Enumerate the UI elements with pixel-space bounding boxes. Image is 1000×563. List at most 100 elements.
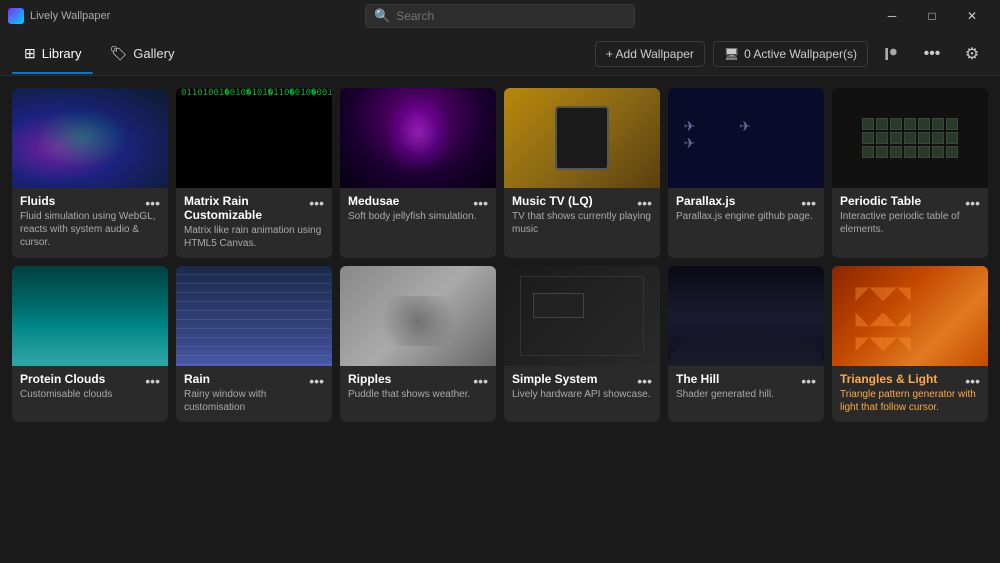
card-the-hill[interactable]: The Hill Shader generated hill. ••• <box>668 266 824 422</box>
patreon-button[interactable] <box>876 38 908 70</box>
active-wallpaper-label: 0 Active Wallpaper(s) <box>744 47 857 61</box>
card-desc-ripples: Puddle that shows weather. <box>348 388 488 401</box>
card-more-button-the-hill[interactable]: ••• <box>797 372 820 390</box>
card-info-medusae: Medusae Soft body jellyfish simulation. … <box>340 188 496 231</box>
card-more-button-music-tv[interactable]: ••• <box>633 194 656 212</box>
card-info-simple-system: Simple System Lively hardware API showca… <box>504 366 660 409</box>
gallery-icon: 🏷 <box>109 45 127 62</box>
close-button[interactable]: ✕ <box>952 0 992 32</box>
card-music-tv[interactable]: Music TV (LQ) TV that shows currently pl… <box>504 88 660 258</box>
card-more-button-simple-system[interactable]: ••• <box>633 372 656 390</box>
toolbar: ⊞ Library 🏷 Gallery + Add Wallpaper 🖥 0 … <box>0 32 1000 76</box>
card-info-ripples: Ripples Puddle that shows weather. ••• <box>340 366 496 409</box>
settings-icon: ⚙ <box>965 44 979 64</box>
card-thumbnail-music-tv <box>504 88 660 188</box>
card-more-button-medusae[interactable]: ••• <box>469 194 492 212</box>
card-triangles-light[interactable]: Triangles & Light Triangle pattern gener… <box>832 266 988 422</box>
settings-button[interactable]: ⚙ <box>956 38 988 70</box>
card-title-simple-system: Simple System <box>512 372 652 386</box>
card-more-button-fluids[interactable]: ••• <box>141 194 164 212</box>
card-title-periodic-table: Periodic Table <box>840 194 980 208</box>
card-info-music-tv: Music TV (LQ) TV that shows currently pl… <box>504 188 660 244</box>
card-thumbnail-the-hill <box>668 266 824 366</box>
card-more-button-rain[interactable]: ••• <box>305 372 328 390</box>
card-desc-triangles-light: Triangle pattern generator with light th… <box>840 388 980 414</box>
minimize-button[interactable]: ─ <box>872 0 912 32</box>
card-thumbnail-periodic-table <box>832 88 988 188</box>
more-options-button[interactable]: ••• <box>916 38 948 70</box>
card-info-periodic-table: Periodic Table Interactive periodic tabl… <box>832 188 988 244</box>
card-more-button-periodic-table[interactable]: ••• <box>961 194 984 212</box>
maximize-button[interactable]: □ <box>912 0 952 32</box>
card-desc-the-hill: Shader generated hill. <box>676 388 816 401</box>
card-more-button-protein-clouds[interactable]: ••• <box>141 372 164 390</box>
more-icon: ••• <box>924 45 941 63</box>
card-title-ripples: Ripples <box>348 372 488 386</box>
card-desc-parallax: Parallax.js engine github page. <box>676 210 816 223</box>
card-info-protein-clouds: Protein Clouds Customisable clouds ••• <box>12 366 168 409</box>
card-periodic-table[interactable]: Periodic Table Interactive periodic tabl… <box>832 88 988 258</box>
card-title-triangles-light: Triangles & Light <box>840 372 980 386</box>
titlebar-left: Lively Wallpaper <box>8 8 110 24</box>
card-desc-rain: Rainy window with customisation <box>184 388 324 414</box>
card-ripples[interactable]: Ripples Puddle that shows weather. ••• <box>340 266 496 422</box>
card-desc-periodic-table: Interactive periodic table of elements. <box>840 210 980 236</box>
tab-library-label: Library <box>42 46 82 61</box>
card-grid: Fluids Fluid simulation using WebGL, rea… <box>12 88 988 422</box>
card-title-music-tv: Music TV (LQ) <box>512 194 652 208</box>
add-wallpaper-button[interactable]: + Add Wallpaper <box>595 41 705 67</box>
card-desc-protein-clouds: Customisable clouds <box>20 388 160 401</box>
card-desc-medusae: Soft body jellyfish simulation. <box>348 210 488 223</box>
card-thumbnail-medusae <box>340 88 496 188</box>
card-medusae[interactable]: Medusae Soft body jellyfish simulation. … <box>340 88 496 258</box>
card-info-fluids: Fluids Fluid simulation using WebGL, rea… <box>12 188 168 257</box>
card-rain[interactable]: Rain Rainy window with customisation ••• <box>176 266 332 422</box>
titlebar-search-container: 🔍 <box>365 4 635 28</box>
card-title-fluids: Fluids <box>20 194 160 208</box>
card-title-matrix-rain: Matrix Rain Customizable <box>184 194 324 222</box>
card-more-button-parallax[interactable]: ••• <box>797 194 820 212</box>
card-info-rain: Rain Rainy window with customisation ••• <box>176 366 332 422</box>
card-info-the-hill: The Hill Shader generated hill. ••• <box>668 366 824 409</box>
monitor-icon: 🖥 <box>724 47 739 61</box>
card-thumbnail-fluids <box>12 88 168 188</box>
active-wallpaper-button[interactable]: 🖥 0 Active Wallpaper(s) <box>713 41 868 67</box>
card-desc-fluids: Fluid simulation using WebGL, reacts wit… <box>20 210 160 249</box>
card-title-protein-clouds: Protein Clouds <box>20 372 160 386</box>
tab-gallery[interactable]: 🏷 Gallery <box>97 39 186 68</box>
card-desc-simple-system: Lively hardware API showcase. <box>512 388 652 401</box>
card-desc-music-tv: TV that shows currently playing music <box>512 210 652 236</box>
card-matrix-rain[interactable]: Matrix Rain Customizable Matrix like rai… <box>176 88 332 258</box>
main-content: Fluids Fluid simulation using WebGL, rea… <box>0 76 1000 563</box>
card-title-parallax: Parallax.js <box>676 194 816 208</box>
card-more-button-ripples[interactable]: ••• <box>469 372 492 390</box>
card-simple-system[interactable]: Simple System Lively hardware API showca… <box>504 266 660 422</box>
card-parallax[interactable]: Parallax.js Parallax.js engine github pa… <box>668 88 824 258</box>
titlebar: Lively Wallpaper 🔍 ─ □ ✕ <box>0 0 1000 32</box>
card-info-triangles-light: Triangles & Light Triangle pattern gener… <box>832 366 988 422</box>
card-title-rain: Rain <box>184 372 324 386</box>
card-fluids[interactable]: Fluids Fluid simulation using WebGL, rea… <box>12 88 168 258</box>
app-title: Lively Wallpaper <box>30 10 110 22</box>
search-input[interactable] <box>396 9 626 23</box>
card-protein-clouds[interactable]: Protein Clouds Customisable clouds ••• <box>12 266 168 422</box>
card-desc-matrix-rain: Matrix like rain animation using HTML5 C… <box>184 224 324 250</box>
card-more-button-triangles-light[interactable]: ••• <box>961 372 984 390</box>
tab-library[interactable]: ⊞ Library <box>12 39 93 68</box>
card-thumbnail-protein-clouds <box>12 266 168 366</box>
window-controls: ─ □ ✕ <box>872 0 992 32</box>
app-icon <box>8 8 24 24</box>
tab-gallery-label: Gallery <box>133 46 174 61</box>
card-more-button-matrix-rain[interactable]: ••• <box>305 194 328 212</box>
card-thumbnail-matrix-rain <box>176 88 332 188</box>
card-info-parallax: Parallax.js Parallax.js engine github pa… <box>668 188 824 231</box>
search-icon: 🔍 <box>374 8 390 24</box>
library-icon: ⊞ <box>24 45 36 62</box>
card-thumbnail-ripples <box>340 266 496 366</box>
card-thumbnail-rain <box>176 266 332 366</box>
search-bar: 🔍 <box>365 4 635 28</box>
card-thumbnail-triangles-light <box>832 266 988 366</box>
card-thumbnail-parallax <box>668 88 824 188</box>
card-thumbnail-simple-system <box>504 266 660 366</box>
card-info-matrix-rain: Matrix Rain Customizable Matrix like rai… <box>176 188 332 258</box>
